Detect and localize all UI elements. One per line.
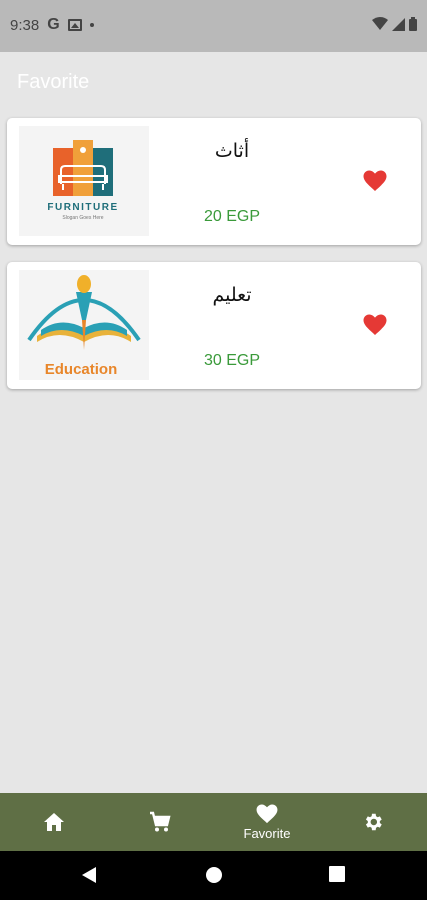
battery-icon [409,17,417,31]
heart-icon[interactable] [363,170,387,192]
recents-icon[interactable] [328,865,346,883]
product-price: 30 EGP [203,352,261,369]
gear-icon [365,813,382,831]
product-price: 20 EGP [203,208,261,225]
nav-cart[interactable] [120,793,200,851]
furniture-logo-text: FURNITURE [47,202,118,213]
education-logo-text: Education [45,361,118,378]
status-time: 9:38 [10,16,40,34]
furniture-logo: FURNITURE Slogan Goes Here [19,126,149,236]
google-icon: G [47,16,60,33]
home-circle-icon[interactable] [204,865,224,885]
status-left: 9:38 G [10,16,94,34]
heart-icon[interactable] [363,314,387,336]
heart-icon [256,803,278,823]
product-image-education: Education [19,270,149,380]
dot-icon [89,23,94,27]
back-icon[interactable] [80,865,98,885]
product-name: أثاث [214,140,250,162]
page-title: Favorite [17,71,90,93]
favorite-card[interactable]: FURNITURE Slogan Goes Here أثاث 20 EGP [7,118,421,245]
nav-home[interactable] [14,793,94,851]
image-icon [67,19,82,31]
product-name: تعليم [212,284,252,306]
home-icon [44,813,64,831]
status-bar: 9:38 G [0,0,427,52]
status-right [372,17,417,31]
app-bar: Favorite [0,52,427,110]
nav-favorite-label: Favorite [243,825,291,841]
education-logo: Education [19,270,149,380]
bottom-nav: Favorite [0,793,427,851]
nav-favorite[interactable]: Favorite [227,793,307,851]
signal-icon [392,17,405,31]
favorite-card[interactable]: Education تعليم 30 EGP [7,262,421,389]
nav-settings[interactable] [333,793,413,851]
cart-icon [150,811,171,832]
system-nav-bar [0,851,427,900]
furniture-logo-tagline: Slogan Goes Here [62,215,103,221]
wifi-icon [372,17,388,30]
product-image-furniture: FURNITURE Slogan Goes Here [19,126,149,236]
